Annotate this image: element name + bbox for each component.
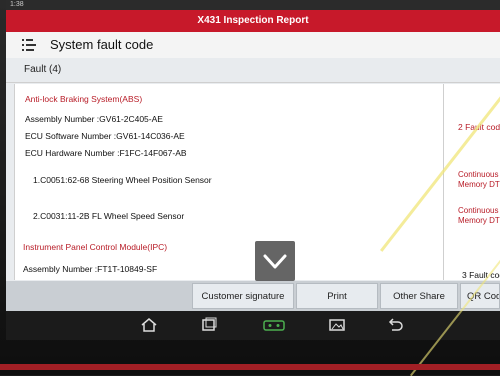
screenshot-icon[interactable] bbox=[328, 317, 346, 333]
recent-apps-icon[interactable] bbox=[200, 317, 218, 333]
fault-code-row: 2.C0031:11-2B FL Wheel Speed Sensor Cont… bbox=[15, 198, 500, 235]
system-name: Instrument Panel Control Module(IPC) bbox=[23, 242, 168, 252]
fault-count-label: Fault (4) bbox=[24, 64, 62, 75]
vci-icon[interactable] bbox=[262, 317, 286, 333]
scroll-down-button[interactable] bbox=[255, 241, 295, 281]
other-share-button[interactable]: Other Share bbox=[380, 283, 458, 309]
chevron-down-icon bbox=[263, 254, 287, 269]
device-edge bbox=[0, 364, 500, 370]
status-cell: Continuous Memory DT bbox=[443, 198, 500, 234]
ecu-hardware-number: ECU Hardware Number :F1FC-14F067-AB bbox=[25, 148, 187, 158]
code-count-cell: 2 Fault code bbox=[443, 84, 500, 162]
android-nav-bar bbox=[6, 311, 500, 340]
header-bar: X431 Inspection Report bbox=[6, 10, 500, 32]
customer-signature-button[interactable]: Customer signature bbox=[192, 283, 294, 309]
system-row-abs: Anti-lock Braking System(ABS) Assembly N… bbox=[15, 84, 500, 163]
fault-status-line1: Continuous bbox=[458, 170, 499, 179]
ecu-software-number: ECU Software Number :GV61-14C036-AE bbox=[25, 131, 185, 141]
print-button[interactable]: Print bbox=[296, 283, 378, 309]
status-bar: 1:38 bbox=[6, 0, 500, 10]
assembly-number: Assembly Number :GV61-2C405-AE bbox=[25, 114, 163, 124]
section-header: System fault code bbox=[6, 32, 500, 59]
home-icon[interactable] bbox=[140, 317, 158, 333]
fault-status-line2: Memory DT bbox=[458, 216, 500, 225]
fault-status-line2: Memory DT bbox=[458, 180, 500, 189]
system-name: Anti-lock Braking System(ABS) bbox=[25, 94, 143, 104]
screen: 1:38 X431 Inspection Report System fault… bbox=[6, 0, 500, 340]
fault-status-line1: Continuous bbox=[458, 206, 499, 215]
list-icon bbox=[22, 39, 36, 51]
fault-code-count: 3 Fault code bbox=[462, 270, 500, 280]
assembly-number: Assembly Number :FT1T-10849-SF bbox=[23, 264, 158, 274]
action-bar: Customer signature Print Other Share QR … bbox=[6, 281, 500, 311]
status-cell: Continuous Memory DT bbox=[443, 162, 500, 198]
back-icon[interactable] bbox=[386, 317, 404, 333]
status-time: 1:38 bbox=[10, 1, 24, 8]
page-title: X431 Inspection Report bbox=[197, 15, 309, 26]
fault-code-text: 2.C0031:11-2B FL Wheel Speed Sensor bbox=[33, 211, 185, 221]
fault-code-text: 1.C0051:62-68 Steering Wheel Position Se… bbox=[33, 175, 212, 185]
section-title: System fault code bbox=[50, 37, 154, 52]
tablet-device: 1:38 X431 Inspection Report System fault… bbox=[0, 0, 500, 376]
fault-count-row: Fault (4) bbox=[6, 58, 500, 83]
